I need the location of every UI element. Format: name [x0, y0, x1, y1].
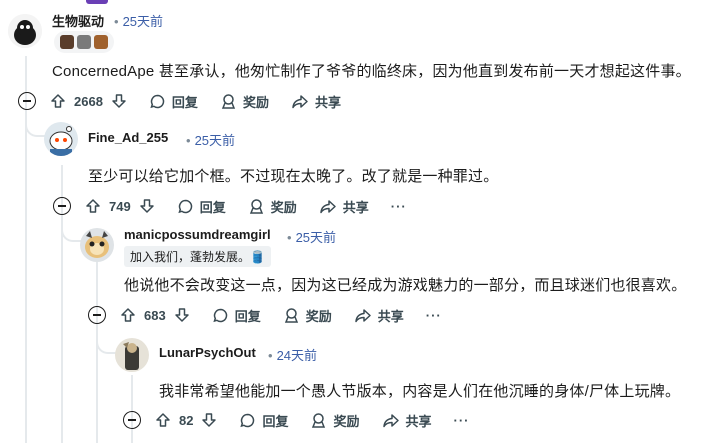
timestamp[interactable]: 25天前 [296, 230, 336, 245]
downvote-icon[interactable] [174, 307, 190, 323]
comment-bubble-icon [213, 308, 227, 322]
award-label: 奖励 [270, 199, 297, 215]
award-icon [312, 412, 326, 428]
comment-author[interactable]: 生物驱动 [52, 11, 104, 30]
award-button[interactable]: 奖励 [248, 197, 297, 216]
separator-dot: • [114, 14, 119, 29]
award-button[interactable]: 奖励 [220, 92, 269, 111]
reply-button[interactable]: 回复 [149, 92, 198, 111]
comment-body: 至少可以给它加个框。不过现在太晚了。改了就是一种罪过。 [88, 168, 499, 185]
award-label: 奖励 [333, 413, 360, 429]
comment-time[interactable]: • 25天前 [186, 130, 235, 149]
reply-label: 回复 [199, 199, 226, 215]
reply-connector [25, 115, 45, 137]
vote-count: 683 [144, 307, 166, 323]
avatar[interactable] [8, 14, 42, 48]
separator-dot: • [186, 133, 191, 148]
share-label: 共享 [342, 199, 369, 215]
comment-actions: 683 回复 奖励 共享 ··· [88, 301, 442, 329]
comment-time[interactable]: • 24天前 [268, 345, 317, 364]
badge-icon [60, 35, 74, 49]
reply-button[interactable]: 回复 [177, 197, 226, 216]
comment-time[interactable]: • 25天前 [287, 227, 336, 246]
comment-body: 我非常希望他能加一个愚人节版本，内容是人们在他沉睡的身体/尸体上玩牌。 [159, 383, 681, 400]
reply-connector [61, 220, 81, 242]
more-options-button[interactable]: ··· [426, 308, 442, 323]
award-icon [249, 198, 263, 214]
vote-group: 82 [155, 412, 217, 428]
comment-bubble-icon [240, 413, 255, 427]
comment-actions: 2668 回复 奖励 共享 [18, 87, 363, 115]
vote-group: 749 [85, 198, 155, 214]
award-strip-decoration [86, 0, 108, 4]
share-button[interactable]: 共享 [354, 306, 404, 325]
comment-author[interactable]: LunarPsychOut [159, 345, 256, 360]
avatar[interactable] [80, 228, 114, 262]
comment-bubble-icon [178, 199, 192, 213]
comment-actions: 82 回复 奖励 共享 ··· [123, 406, 470, 434]
comment-body: 他说他不会改变这一点，因为这已经成为游戏魅力的一部分，而且球迷们也很喜欢。 [124, 277, 687, 294]
vote-count: 2668 [74, 93, 103, 109]
reply-label: 回复 [262, 413, 289, 429]
award-label: 奖励 [305, 308, 332, 324]
comment-actions: 749 回复 奖励 共享 ··· [53, 192, 407, 220]
collapse-button[interactable] [53, 197, 71, 215]
downvote-icon[interactable] [111, 93, 127, 109]
avatar[interactable] [44, 122, 78, 156]
timestamp[interactable]: 25天前 [195, 133, 235, 148]
share-icon [382, 413, 399, 427]
share-icon [292, 94, 308, 108]
reply-connector [96, 330, 116, 354]
share-icon [319, 199, 336, 213]
upvote-icon[interactable] [120, 307, 136, 323]
collapse-button[interactable] [18, 92, 36, 110]
share-label: 共享 [377, 308, 404, 324]
user-badges [54, 31, 114, 53]
badge-icon [77, 35, 91, 49]
award-button[interactable]: 奖励 [283, 306, 332, 325]
share-button[interactable]: 共享 [319, 197, 369, 216]
avatar[interactable] [115, 338, 149, 372]
comment-time[interactable]: • 25天前 [114, 11, 163, 30]
downvote-icon[interactable] [201, 412, 217, 428]
upvote-icon[interactable] [155, 412, 171, 428]
collapse-button[interactable] [88, 306, 106, 324]
vote-group: 683 [120, 307, 190, 323]
comment-body: ConcernedApe 甚至承认，他匆忙制作了爷爷的临终床，因为他直到发布前一… [52, 63, 691, 80]
reply-label: 回复 [171, 94, 198, 110]
separator-dot: • [268, 348, 273, 363]
badge-icon [94, 35, 108, 49]
collapse-button[interactable] [123, 411, 141, 429]
vote-count: 82 [179, 412, 194, 428]
award-label: 奖励 [242, 94, 269, 110]
upvote-icon[interactable] [50, 93, 66, 109]
share-button[interactable]: 共享 [291, 92, 341, 111]
reply-button[interactable]: 回复 [239, 411, 288, 430]
share-label: 共享 [314, 94, 341, 110]
share-label: 共享 [405, 413, 432, 429]
vote-group: 2668 [50, 93, 127, 109]
timestamp[interactable]: 25天前 [123, 14, 163, 29]
user-flair: 加入我们，蓬勃发展。🛢️ [124, 246, 271, 267]
more-options-button[interactable]: ··· [391, 199, 407, 214]
reply-button[interactable]: 回复 [212, 306, 261, 325]
separator-dot: • [287, 230, 292, 245]
vote-count: 749 [109, 198, 131, 214]
share-icon [354, 308, 371, 322]
timestamp[interactable]: 24天前 [277, 348, 317, 363]
more-options-button[interactable]: ··· [454, 413, 470, 428]
award-icon [284, 307, 298, 323]
thread-line-level-2[interactable] [96, 262, 98, 443]
comment-author[interactable]: Fine_Ad_255 [88, 130, 168, 145]
award-icon [221, 93, 236, 109]
comment-bubble-icon [150, 94, 165, 108]
reply-label: 回复 [234, 308, 261, 324]
comment-author[interactable]: manicpossumdreamgirl [124, 227, 271, 242]
upvote-icon[interactable] [85, 198, 101, 214]
share-button[interactable]: 共享 [382, 411, 432, 430]
downvote-icon[interactable] [139, 198, 155, 214]
award-button[interactable]: 奖励 [310, 411, 360, 430]
